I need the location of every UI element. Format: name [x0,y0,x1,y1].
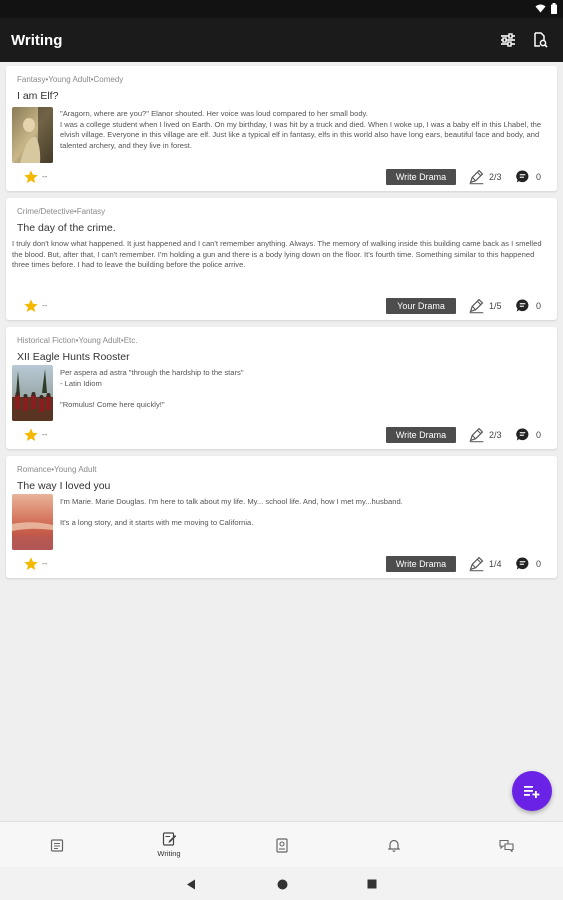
your-drama-button[interactable]: Your Drama [386,298,456,314]
star-icon[interactable] [23,556,39,572]
add-story-fab[interactable] [512,771,552,811]
filter-sliders-icon [501,33,515,47]
wifi-icon [535,4,546,13]
story-excerpt: "Aragorn, where are you?" Elanor shouted… [60,109,545,151]
story-cover-image [12,494,53,550]
star-icon[interactable] [23,298,39,314]
story-title: I am Elf? [17,90,59,102]
write-drama-button[interactable]: Write Drama [386,427,456,443]
story-title: XII Eagle Hunts Rooster [17,351,130,363]
write-drama-button[interactable]: Write Drama [386,556,456,572]
write-drama-button[interactable]: Write Drama [386,169,456,185]
document-search-icon [534,32,548,48]
card-footer: -- Write Drama 2/3 0 [6,422,557,449]
comment-count: 0 [536,301,542,311]
story-cover-image [12,107,53,163]
card-footer: -- Write Drama 2/3 0 [6,164,557,191]
story-excerpt-paragraph: "Aragorn, where are you?" Elanor shouted… [60,109,542,150]
app-bar: Writing [0,18,563,62]
rating-value: -- [42,172,48,181]
recents-square-icon [367,879,377,889]
story-excerpt: I truly don't know what happened. It jus… [12,239,544,271]
document-search-button[interactable] [528,28,552,52]
comment-count: 0 [536,172,542,182]
comment-icon[interactable] [516,428,529,441]
rating-value: -- [42,301,48,310]
drama-count: 2/3 [489,172,502,182]
filter-button[interactable] [496,28,520,52]
story-card[interactable]: Historical Fiction•Young Adult•Etc. XII … [6,327,557,449]
add-list-icon [524,786,540,798]
comment-icon[interactable] [516,557,529,570]
story-excerpt-paragraph: "Romulus! Come here quickly!" [60,399,165,409]
story-excerpt-paragraph: I truly don't know what happened. It jus… [12,239,542,269]
drama-count: 1/5 [489,301,502,311]
system-navigation-bar [0,867,563,900]
recents-button[interactable] [365,877,379,891]
rating-value: -- [42,559,48,568]
story-excerpt-paragraph: Per aspera ad astra "through the hardshi… [60,368,244,388]
story-excerpt: I'm Marie. Marie Douglas. I'm here to ta… [60,497,545,529]
story-excerpt-paragraph: I'm Marie. Marie Douglas. I'm here to ta… [60,497,403,506]
page-title: Writing [11,32,63,49]
story-genre: Romance•Young Adult [17,465,97,474]
bell-icon [388,839,400,852]
drama-count: 2/3 [489,430,502,440]
pen-edit-icon[interactable] [468,426,485,443]
back-triangle-icon [187,879,195,889]
star-icon[interactable] [23,427,39,443]
nav-item-profile[interactable] [226,822,338,868]
nav-item-messages[interactable] [450,822,562,868]
star-icon[interactable] [23,169,39,185]
story-genre: Fantasy•Young Adult•Comedy [17,75,124,84]
story-card[interactable]: Crime/Detective•Fantasy The day of the c… [6,198,557,320]
rating-value: -- [42,430,48,439]
nav-label-writing: Writing [157,849,181,858]
profile-badge-icon [276,837,288,853]
bottom-navigation: Writing [0,821,563,867]
story-excerpt: Per aspera ad astra "through the hardshi… [60,368,545,410]
story-genre: Crime/Detective•Fantasy [17,207,106,216]
story-genre: Historical Fiction•Young Adult•Etc. [17,336,138,345]
story-excerpt-paragraph: It's a long story, and it starts with me… [60,518,254,527]
status-icons [535,3,557,14]
story-cover-image [12,365,53,421]
back-button[interactable] [184,877,198,891]
comment-icon[interactable] [516,170,529,183]
comment-count: 0 [536,430,542,440]
story-card[interactable]: Romance•Young Adult The way I loved you … [6,456,557,578]
battery-icon [551,3,557,14]
home-button[interactable] [275,877,289,891]
status-bar [0,0,563,18]
story-title: The day of the crime. [17,222,116,234]
pen-edit-icon[interactable] [468,555,485,572]
comment-count: 0 [536,559,542,569]
chat-bubbles-icon [498,839,514,852]
drama-count: 1/4 [489,559,502,569]
home-circle-icon [277,879,287,889]
writing-edit-icon [162,832,176,846]
comment-icon[interactable] [516,299,529,312]
nav-item-feed[interactable] [1,822,113,868]
nav-item-writing[interactable]: Writing [113,822,225,868]
nav-item-notifications[interactable] [338,822,450,868]
card-footer: -- Write Drama 1/4 0 [6,551,557,578]
feed-list-icon [50,838,64,852]
story-title: The way I loved you [17,480,111,492]
card-footer: -- Your Drama 1/5 0 [6,293,557,320]
pen-edit-icon[interactable] [468,168,485,185]
story-card[interactable]: Fantasy•Young Adult•Comedy I am Elf? "Ar… [6,66,557,191]
pen-edit-icon[interactable] [468,297,485,314]
